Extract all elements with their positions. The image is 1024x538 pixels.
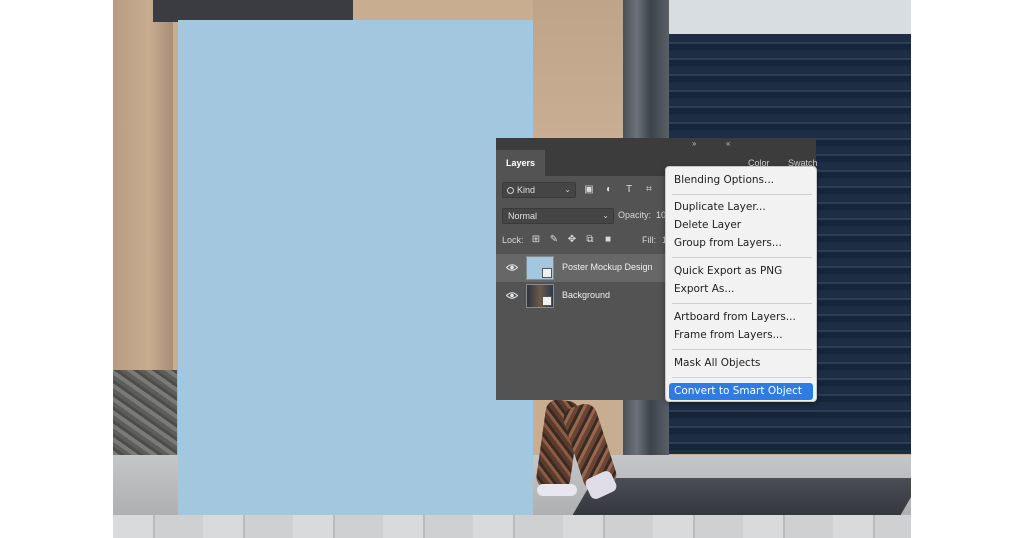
chevron-down-icon: ⌄ <box>564 185 571 194</box>
poster-placeholder <box>178 20 533 515</box>
menu-item-group-from-layers[interactable]: Group from Layers... <box>669 235 813 252</box>
type-filter-icon[interactable]: T <box>622 183 636 197</box>
stone-base <box>113 370 177 460</box>
lock-all-icon[interactable]: ■ <box>602 234 614 246</box>
image-filter-icon[interactable]: ▣ <box>582 183 596 197</box>
menu-divider <box>672 303 812 304</box>
layer-thumbnail <box>526 284 554 308</box>
menu-item-convert-to-smart-object[interactable]: Convert to Smart Object <box>669 383 813 400</box>
eye-visibility-icon[interactable] <box>506 263 518 272</box>
kind-filter-label: Kind <box>517 185 536 195</box>
menu-item-blending-options[interactable]: Blending Options... <box>669 172 813 189</box>
smart-object-badge-icon <box>542 268 552 278</box>
lock-artboard-icon[interactable]: ⧉ <box>584 234 596 246</box>
kind-filter-select[interactable]: Kind ⌄ <box>502 182 576 198</box>
search-icon <box>507 187 514 194</box>
panel-top-bar: ›› ‹‹ <box>496 138 816 150</box>
adjustment-filter-icon[interactable]: ◐ <box>602 183 616 197</box>
pedestrian-legs <box>533 398 633 501</box>
menu-item-quick-export-png[interactable]: Quick Export as PNG <box>669 263 813 280</box>
window-frame <box>153 0 353 22</box>
menu-divider <box>672 257 812 258</box>
opacity-label: Opacity: <box>618 210 652 220</box>
tab-layers[interactable]: Layers <box>496 150 546 176</box>
curb <box>113 515 911 538</box>
lock-image-icon[interactable]: ✎ <box>548 234 560 246</box>
door-lintel <box>669 0 911 34</box>
layer-name[interactable]: Background <box>562 290 610 300</box>
menu-item-duplicate-layer[interactable]: Duplicate Layer... <box>669 199 813 216</box>
menu-divider <box>672 349 812 350</box>
shape-filter-icon[interactable]: ⌗ <box>642 183 656 197</box>
lock-transparent-icon[interactable]: ⊞ <box>530 234 542 246</box>
menu-item-delete-layer[interactable]: Delete Layer <box>669 217 813 234</box>
expand-panel-icon[interactable]: ‹‹ <box>726 139 730 148</box>
layer-context-menu: Blending Options... Duplicate Layer... D… <box>665 166 817 402</box>
layer-thumbnail <box>526 256 554 280</box>
layer-name[interactable]: Poster Mockup Design <box>562 262 653 272</box>
lock-label: Lock: <box>502 235 524 245</box>
smart-object-badge-icon <box>542 296 552 306</box>
menu-divider <box>672 194 812 195</box>
menu-item-export-as[interactable]: Export As... <box>669 281 813 298</box>
blend-mode-select[interactable]: Normal ⌄ <box>502 208 614 224</box>
menu-item-mask-all-objects[interactable]: Mask All Objects <box>669 355 813 372</box>
menu-divider <box>672 377 812 378</box>
eye-visibility-icon[interactable] <box>506 291 518 300</box>
fill-label: Fill: <box>642 235 656 245</box>
chevron-down-icon: ⌄ <box>602 211 609 220</box>
menu-item-frame-from-layers[interactable]: Frame from Layers... <box>669 327 813 344</box>
menu-item-artboard-from-layers[interactable]: Artboard from Layers... <box>669 309 813 326</box>
sneaker <box>537 484 577 496</box>
blend-mode-value: Normal <box>508 211 538 221</box>
lock-position-icon[interactable]: ✥ <box>566 234 578 246</box>
collapse-panel-icon[interactable]: ›› <box>692 139 696 148</box>
